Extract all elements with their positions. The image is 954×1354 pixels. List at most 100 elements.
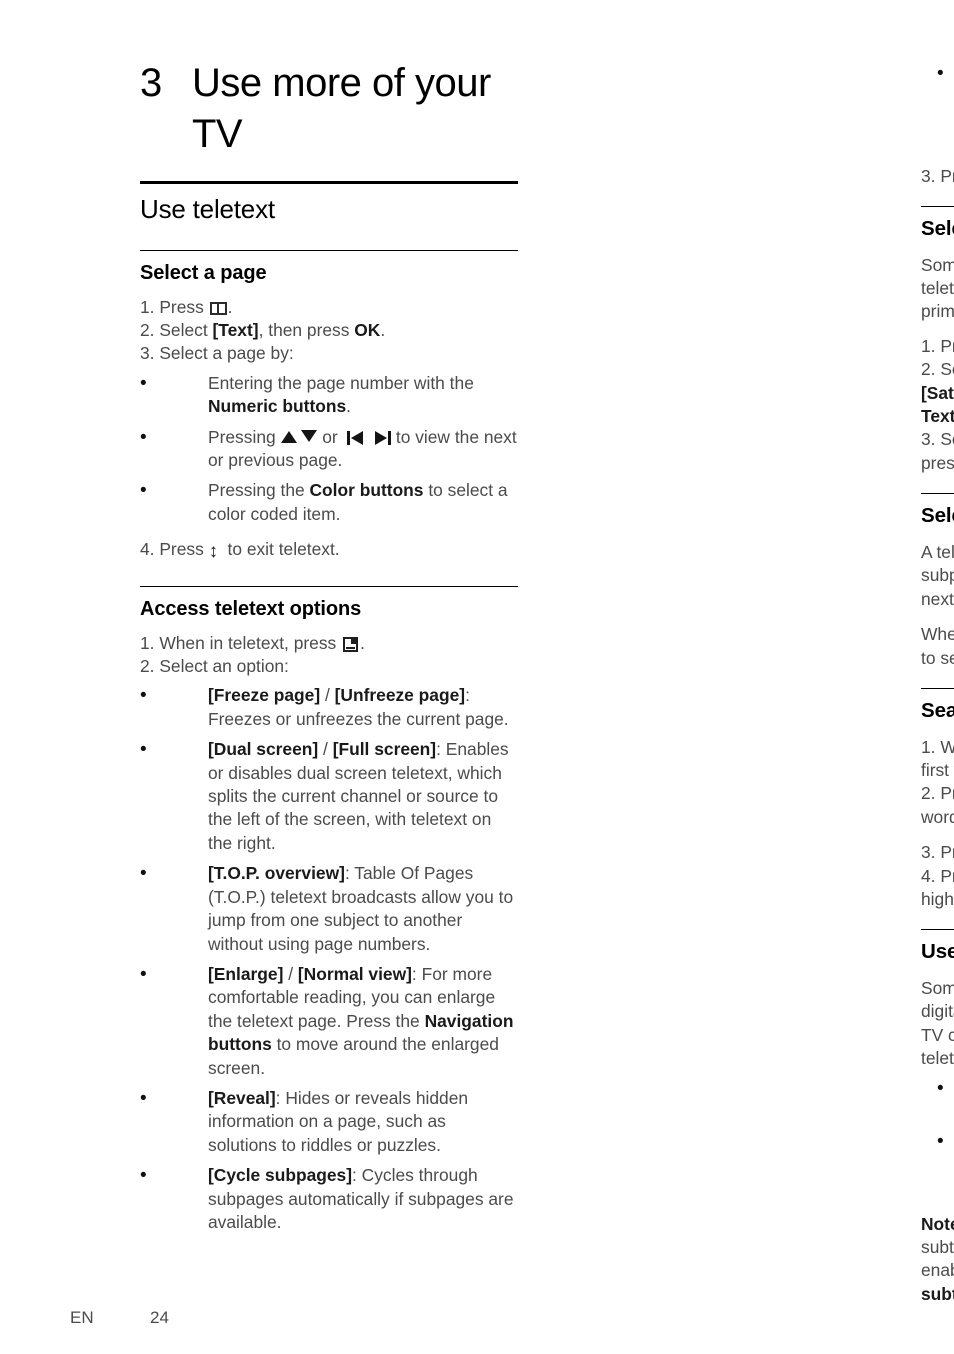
bullet-3-a: Pressing the <box>208 480 310 501</box>
list-item: Press the Navigation buttons to select o… <box>921 1076 954 1124</box>
step-2-e: . <box>380 319 386 340</box>
lang-step-1-pre: 1. Press <box>921 335 954 356</box>
step-1-suffix: . <box>227 296 233 317</box>
bullet-1-bold: Numeric buttons <box>208 396 347 417</box>
left-column: 3 Use more of your TV Use teletext Selec… <box>140 0 518 1234</box>
search-step-3-4: 3. Press OK to begin the search. 4. Pres… <box>921 841 954 911</box>
select-page-bullet-list: Entering the page number with the Numeri… <box>140 371 518 526</box>
next-track-icon <box>374 430 392 445</box>
option-reveal-bold: [Reveal] <box>208 1087 276 1108</box>
option-unfreeze-bold: [Unfreeze page] <box>334 685 466 706</box>
note-block: Note: Digital text services are blocked … <box>921 1213 954 1307</box>
bullet-2-a: Pressing <box>208 426 276 447</box>
subsection-divider <box>140 249 518 251</box>
option-freeze-mid: / <box>320 685 335 706</box>
step-2-text-bold: [Text] <box>212 319 259 340</box>
step-4-post: to exit teletext. <box>227 539 340 560</box>
subsection-divider <box>140 585 518 587</box>
select-page-steps: 1. Press . 2. Select [Text], then press … <box>140 296 518 366</box>
subsection-divider <box>921 687 954 689</box>
step-1-text: 1. Press <box>140 296 204 317</box>
list-item: [Dual screen] / [Full screen]: Enables o… <box>140 737 518 855</box>
heading-select-teletext-language: Select a teletext language <box>921 217 954 241</box>
bullet-2-b: or <box>322 426 338 447</box>
heading-search-teletext: Search teletext <box>921 698 954 722</box>
right-column: [Language]: Switches to a different lang… <box>921 0 954 1306</box>
back-arrow-icon: ↕ <box>208 541 219 563</box>
access-step-1-pre: 1. When in teletext, press <box>140 632 337 653</box>
heading-access-teletext-options: Access teletext options <box>140 597 362 620</box>
search-step-3-a: 3. Press <box>921 842 954 863</box>
up-arrow-icon <box>280 430 297 443</box>
list-item: [T.O.P. overview]: Table Of Pages (T.O.P… <box>140 861 518 956</box>
option-freeze-bold: [Freeze page] <box>208 685 321 706</box>
list-item: Entering the page number with the Numeri… <box>140 371 518 419</box>
bullet-1-a: Entering the page number with the <box>208 372 474 393</box>
select-page-step-4: 4. Press ↕ to exit teletext. <box>140 538 518 561</box>
step-2-ok-bold: OK <box>354 319 381 340</box>
select-language-intro: Some digital TV broadcasters have severa… <box>921 254 954 322</box>
exit-step-pre: 3. Press <box>921 165 954 186</box>
step-3-text: 3. Select a page by: <box>140 343 294 364</box>
subsection-divider <box>921 206 954 208</box>
list-item: [Freeze page] / [Unfreeze page]: Freezes… <box>140 683 518 731</box>
search-step-1: 1. When in teletext, press OK to highlig… <box>921 736 954 830</box>
chapter-number: 3 <box>140 61 162 105</box>
bullet-3-bold: Color buttons <box>309 480 424 501</box>
access-options-steps: 1. When in teletext, press . 2. Select a… <box>140 632 518 679</box>
exit-options-step: 3. Press to exit the options menu. <box>921 165 954 188</box>
language-bullet-list: [Language]: Switches to a different lang… <box>921 61 954 156</box>
note-label: Note: <box>921 1213 954 1234</box>
lang-step-2-a: 2. Select <box>921 359 954 380</box>
book-icon <box>209 301 227 315</box>
list-item: Pressing or to view the next or previous… <box>140 425 518 473</box>
option-cycle-bold: [Cycle subpages] <box>208 1165 352 1186</box>
lang-step-3-a: 3. Select your preferred teletext langua… <box>921 429 954 473</box>
previous-track-icon <box>347 430 364 445</box>
option-enlarge-bold: [Enlarge] <box>208 963 284 984</box>
lang-satellite-settings-bold: [Satellite settings] <box>921 382 954 403</box>
list-item: [Language]: Switches to a different lang… <box>921 61 954 156</box>
option-normal-bold: [Normal view] <box>297 963 412 984</box>
digital-teletext-bullet-list: Press the Navigation buttons to select o… <box>921 1076 954 1201</box>
heading-select-subpages: Select subpages <box>921 504 954 528</box>
access-step-2: 2. Select an option: <box>140 656 289 677</box>
heading-select-a-page: Select a page <box>140 261 267 284</box>
option-full-bold: [Full screen] <box>332 739 437 760</box>
step-4-pre: 4. Press <box>140 539 204 560</box>
footer-language-code: EN <box>70 1308 94 1327</box>
search-step-2-a: 2. Press the <box>921 783 954 804</box>
search-step-4-pre: 4. Press <box>921 865 954 886</box>
subpages-p2-a: When available on a teletext page, press <box>921 624 954 645</box>
manual-page: 3 Use more of your TV Use teletext Selec… <box>0 0 954 1354</box>
subpages-p2-c: to select subpages. <box>921 647 954 668</box>
access-step-1-post: . <box>360 632 365 653</box>
down-arrow-icon <box>301 429 318 442</box>
subpages-paragraph-2: When available on a teletext page, press… <box>921 623 954 670</box>
page-title: Use teletext <box>140 194 275 225</box>
list-item: [Reveal]: Hides or reveals hidden inform… <box>140 1086 518 1157</box>
option-dual-mid: / <box>318 739 333 760</box>
chapter-heading: 3 Use more of your TV <box>140 58 518 160</box>
option-top-bold: [T.O.P. overview] <box>208 863 345 884</box>
step-2-c: , then press <box>258 319 355 340</box>
option-dual-bold: [Dual screen] <box>208 739 319 760</box>
subpages-paragraph-1: A teletext page number can hold several … <box>921 541 954 609</box>
list-item: [Cycle subpages]: Cycles through subpage… <box>140 1163 518 1234</box>
select-language-steps: 1. Press . 2. Select [Setup] > [Channel … <box>921 335 954 475</box>
search-step-1-a: 1. When in teletext, press <box>921 736 954 757</box>
subsection-divider <box>921 929 954 931</box>
step-2-a: 2. Select <box>140 319 213 340</box>
chapter-title: Use more of your TV <box>192 61 491 157</box>
footer-page-number: 24 <box>150 1308 169 1327</box>
page-footer: EN 24 <box>70 1308 169 1328</box>
bullet-1-c: . <box>346 396 352 417</box>
list-item: Use the Color buttons to select an optio… <box>921 1129 954 1200</box>
subsection-divider <box>921 493 954 495</box>
options-icon <box>343 636 359 652</box>
digital-teletext-intro: Some digital TV broadcasters offer dedic… <box>921 977 954 1069</box>
option-enlarge-mid: / <box>283 963 298 984</box>
list-item: Pressing the Color buttons to select a c… <box>140 478 518 526</box>
section-divider-thick <box>140 181 518 185</box>
access-options-bullet-list: [Freeze page] / [Unfreeze page]: Freezes… <box>140 683 518 1234</box>
